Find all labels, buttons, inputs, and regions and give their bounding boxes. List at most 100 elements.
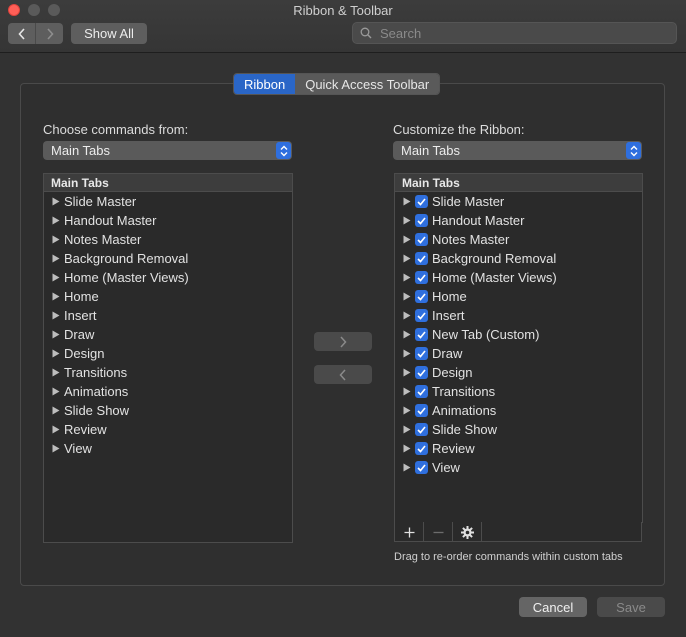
list-item[interactable]: Animations [44,382,292,401]
checkbox[interactable] [415,366,428,379]
tab-quick-access-toolbar[interactable]: Quick Access Toolbar [295,74,440,94]
list-item[interactable]: View [395,458,642,477]
checkbox[interactable] [415,214,428,227]
disclosure-triangle-icon[interactable] [403,197,411,206]
list-item-label: Draw [432,346,463,361]
settings-button[interactable] [453,522,482,542]
list-item[interactable]: Animations [395,401,642,420]
disclosure-triangle-icon[interactable] [403,406,411,415]
list-item[interactable]: Home (Master Views) [395,268,642,287]
list-item-label: Handout Master [64,213,157,228]
disclosure-triangle-icon[interactable] [52,292,60,301]
search-field[interactable] [352,22,677,44]
disclosure-triangle-icon[interactable] [52,425,60,434]
checkbox[interactable] [415,347,428,360]
forward-button[interactable] [35,23,63,44]
checkbox[interactable] [415,271,428,284]
checkbox[interactable] [415,290,428,303]
disclosure-triangle-icon[interactable] [52,273,60,282]
reorder-hint: Drag to re-order commands within custom … [394,551,623,563]
disclosure-triangle-icon[interactable] [403,273,411,282]
save-button[interactable]: Save [597,597,665,617]
list-item[interactable]: Design [44,344,292,363]
list-item[interactable]: Home [44,287,292,306]
list-item[interactable]: Draw [395,344,642,363]
checkbox[interactable] [415,195,428,208]
checkbox[interactable] [415,423,428,436]
disclosure-triangle-icon[interactable] [52,197,60,206]
list-item[interactable]: Slide Master [44,192,292,211]
remove-from-ribbon-button[interactable] [314,365,372,384]
list-item[interactable]: New Tab (Custom) [395,325,642,344]
add-to-ribbon-button[interactable] [314,332,372,351]
list-item[interactable]: Review [395,439,642,458]
disclosure-triangle-icon[interactable] [403,444,411,453]
list-item[interactable]: Insert [44,306,292,325]
disclosure-triangle-icon[interactable] [403,425,411,434]
disclosure-triangle-icon[interactable] [403,311,411,320]
checkbox[interactable] [415,328,428,341]
checkmark-icon [417,216,426,225]
disclosure-triangle-icon[interactable] [52,216,60,225]
disclosure-triangle-icon[interactable] [403,349,411,358]
disclosure-triangle-icon[interactable] [52,311,60,320]
list-item[interactable]: Slide Master [395,192,642,211]
disclosure-triangle-icon[interactable] [52,406,60,415]
add-tab-button[interactable] [395,522,424,542]
list-item[interactable]: Notes Master [44,230,292,249]
disclosure-triangle-icon[interactable] [52,330,60,339]
remove-tab-button[interactable] [424,522,453,542]
checkmark-icon [417,197,426,206]
disclosure-triangle-icon[interactable] [403,216,411,225]
choose-commands-dropdown[interactable]: Main Tabs [43,141,292,160]
available-commands-list[interactable]: Main Tabs Slide Master Handout Master Note… [43,173,293,543]
list-item[interactable]: Handout Master [44,211,292,230]
list-item[interactable]: Review [44,420,292,439]
list-item-label: Design [64,346,105,361]
checkbox[interactable] [415,309,428,322]
checkbox[interactable] [415,404,428,417]
back-button[interactable] [8,23,35,44]
list-item[interactable]: Design [395,363,642,382]
list-item[interactable]: Draw [44,325,292,344]
ribbon-tabs-list[interactable]: Main Tabs Slide Master Handout Master Note… [394,173,643,523]
disclosure-triangle-icon[interactable] [52,387,60,396]
show-all-button[interactable]: Show All [71,23,147,44]
disclosure-triangle-icon[interactable] [403,235,411,244]
disclosure-triangle-icon[interactable] [52,254,60,263]
disclosure-triangle-icon[interactable] [52,368,60,377]
checkmark-icon [417,368,426,377]
list-item[interactable]: Slide Show [395,420,642,439]
list-item[interactable]: Background Removal [44,249,292,268]
list-item-label: Slide Master [64,194,137,209]
disclosure-triangle-icon[interactable] [52,235,60,244]
list-item[interactable]: Home (Master Views) [44,268,292,287]
disclosure-triangle-icon[interactable] [403,292,411,301]
list-item[interactable]: Slide Show [44,401,292,420]
list-item[interactable]: Handout Master [395,211,642,230]
list-item[interactable]: Notes Master [395,230,642,249]
tab-ribbon[interactable]: Ribbon [234,74,296,94]
disclosure-triangle-icon[interactable] [52,444,60,453]
search-input[interactable] [378,24,662,42]
checkbox[interactable] [415,442,428,455]
list-item[interactable]: Transitions [44,363,292,382]
checkbox[interactable] [415,461,428,474]
disclosure-triangle-icon[interactable] [403,368,411,377]
disclosure-triangle-icon[interactable] [52,349,60,358]
list-item[interactable]: Transitions [395,382,642,401]
list-item[interactable]: Home [395,287,642,306]
list-item[interactable]: Background Removal [395,249,642,268]
checkbox[interactable] [415,252,428,265]
list-item[interactable]: View [44,439,292,458]
customize-ribbon-dropdown[interactable]: Main Tabs [393,141,642,160]
checkbox[interactable] [415,233,428,246]
disclosure-triangle-icon[interactable] [403,330,411,339]
checkbox[interactable] [415,385,428,398]
disclosure-triangle-icon[interactable] [403,463,411,472]
list-item[interactable]: Insert [395,306,642,325]
disclosure-triangle-icon[interactable] [403,387,411,396]
disclosure-triangle-icon[interactable] [403,254,411,263]
cancel-button[interactable]: Cancel [519,597,587,617]
list-item-label: Review [64,422,107,437]
